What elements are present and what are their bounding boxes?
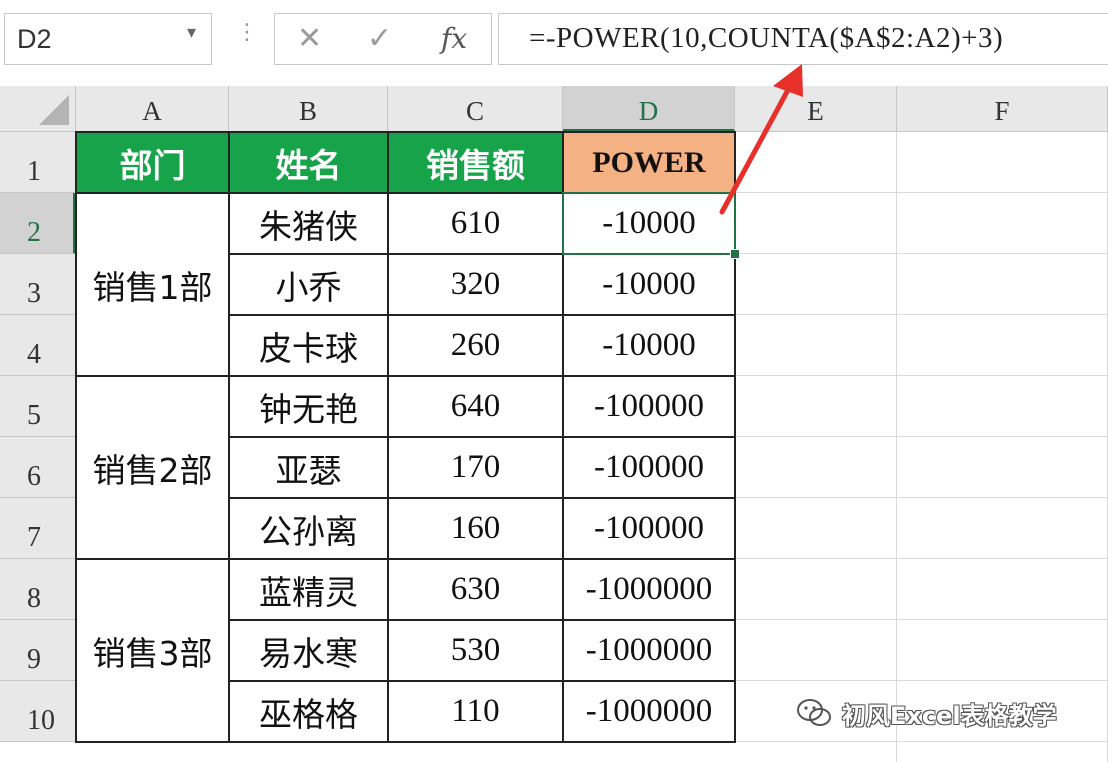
- gridline: [735, 497, 1108, 498]
- watermark-text: 初风Excel表格教学: [842, 701, 1057, 730]
- row-header-6[interactable]: 6: [0, 437, 76, 498]
- name-box[interactable]: D2 ▾: [4, 13, 212, 65]
- department-cell[interactable]: 销售1部: [76, 193, 229, 376]
- sales-cell[interactable]: 170: [388, 437, 563, 498]
- power-cell[interactable]: -10000: [563, 315, 735, 376]
- gridline: [735, 375, 1108, 376]
- row-header-7[interactable]: 7: [0, 498, 76, 559]
- header-cell-a[interactable]: 部门: [76, 132, 229, 193]
- row-number: 2: [27, 217, 41, 248]
- header-cell-c[interactable]: 销售额: [388, 132, 563, 193]
- gridline: [735, 253, 1108, 254]
- spreadsheet-grid: ABCDEF 1 2 3 4 5 6 7 8 9 10 部门 姓名 销售额 POWER 销售1部 销售2部销…: [0, 86, 1108, 762]
- department-cell[interactable]: 销售3部: [76, 559, 229, 742]
- gridline: [735, 741, 1108, 742]
- watermark: 初风Excel表格教学: [796, 695, 1057, 731]
- row-number: 1: [27, 156, 41, 187]
- row-number: 6: [27, 461, 41, 492]
- row-number: 4: [27, 339, 41, 370]
- row-number: 5: [27, 400, 41, 431]
- name-cell[interactable]: 蓝精灵: [229, 559, 388, 620]
- sales-cell[interactable]: 320: [388, 254, 563, 315]
- row-header-8[interactable]: 8: [0, 559, 76, 620]
- column-header-f[interactable]: F: [897, 86, 1108, 132]
- gridline: [735, 436, 1108, 437]
- gridline: [735, 619, 1108, 620]
- select-all-triangle-icon: [39, 95, 69, 125]
- table-border: [228, 680, 736, 682]
- power-cell[interactable]: -100000: [563, 437, 735, 498]
- table-border: [75, 741, 736, 743]
- row-number: 10: [27, 705, 55, 736]
- name-cell[interactable]: 亚瑟: [229, 437, 388, 498]
- row-header-1[interactable]: 1: [0, 132, 76, 193]
- power-cell[interactable]: -1000000: [563, 620, 735, 681]
- column-header-b[interactable]: B: [229, 86, 388, 132]
- name-cell[interactable]: 易水寒: [229, 620, 388, 681]
- gridline: [735, 314, 1108, 315]
- column-header-a[interactable]: A: [76, 86, 229, 132]
- name-cell[interactable]: 公孙离: [229, 498, 388, 559]
- row-header-10[interactable]: 10: [0, 681, 76, 742]
- sales-cell[interactable]: 630: [388, 559, 563, 620]
- table-border: [75, 132, 77, 742]
- enter-icon[interactable]: ✓: [367, 20, 392, 58]
- wechat-icon: [797, 699, 831, 726]
- insert-function-icon[interactable]: fx: [441, 20, 467, 58]
- drag-handle-icon[interactable]: ⋮: [236, 22, 258, 44]
- name-cell[interactable]: 皮卡球: [229, 315, 388, 376]
- formula-text: =-POWER(10,COUNTA($A$2:A2)+3): [529, 22, 1004, 54]
- power-cell[interactable]: -10000: [563, 254, 735, 315]
- row-header-5[interactable]: 5: [0, 376, 76, 437]
- column-header-e[interactable]: E: [735, 86, 897, 132]
- formula-input[interactable]: =-POWER(10,COUNTA($A$2:A2)+3): [498, 13, 1108, 65]
- formula-toolbar: D2 ▾ ⋮ ✕ ✓ fx =-POWER(10,COUNTA($A$2:A2)…: [0, 0, 1108, 86]
- row-number: 3: [27, 278, 41, 309]
- select-all-button[interactable]: [0, 86, 76, 132]
- department-cell[interactable]: 销售2部: [76, 376, 229, 559]
- chevron-down-icon[interactable]: ▾: [187, 22, 196, 43]
- cancel-icon[interactable]: ✕: [297, 20, 322, 58]
- column-header-c[interactable]: C: [388, 86, 563, 132]
- row-number: 7: [27, 522, 41, 553]
- name-box-value: D2: [17, 24, 52, 54]
- name-cell[interactable]: 小乔: [229, 254, 388, 315]
- table-border: [228, 314, 736, 316]
- name-cell[interactable]: 巫格格: [229, 681, 388, 742]
- table-border: [228, 497, 736, 499]
- name-cell[interactable]: 钟无艳: [229, 376, 388, 437]
- table-border: [75, 558, 736, 560]
- row-header-9[interactable]: 9: [0, 620, 76, 681]
- sales-cell[interactable]: 160: [388, 498, 563, 559]
- sales-cell[interactable]: 260: [388, 315, 563, 376]
- table-border: [228, 619, 736, 621]
- sales-cell[interactable]: 530: [388, 620, 563, 681]
- sales-cell[interactable]: 640: [388, 376, 563, 437]
- table-border: [75, 375, 736, 377]
- formula-buttons: ✕ ✓ fx: [274, 13, 492, 65]
- gridline: [735, 192, 1108, 193]
- power-cell[interactable]: -1000000: [563, 681, 735, 742]
- row-number: 9: [27, 644, 41, 675]
- active-cell-border: [562, 192, 736, 255]
- gridline: [896, 132, 897, 762]
- row-number: 8: [27, 583, 41, 614]
- power-cell[interactable]: -100000: [563, 376, 735, 437]
- gridline: [735, 558, 1108, 559]
- header-cell-b[interactable]: 姓名: [229, 132, 388, 193]
- row-header-3[interactable]: 3: [0, 254, 76, 315]
- table-border: [75, 131, 736, 133]
- column-header-d[interactable]: D: [563, 86, 735, 132]
- power-cell[interactable]: -100000: [563, 498, 735, 559]
- name-cell[interactable]: 朱猪侠: [229, 193, 388, 254]
- sales-cell[interactable]: 610: [388, 193, 563, 254]
- gridline: [735, 680, 1108, 681]
- power-cell[interactable]: -1000000: [563, 559, 735, 620]
- header-cell-d[interactable]: POWER: [563, 132, 735, 193]
- row-header-2[interactable]: 2: [0, 193, 76, 254]
- row-header-4[interactable]: 4: [0, 315, 76, 376]
- table-border: [228, 436, 736, 438]
- fill-handle[interactable]: [730, 249, 740, 259]
- sales-cell[interactable]: 110: [388, 681, 563, 742]
